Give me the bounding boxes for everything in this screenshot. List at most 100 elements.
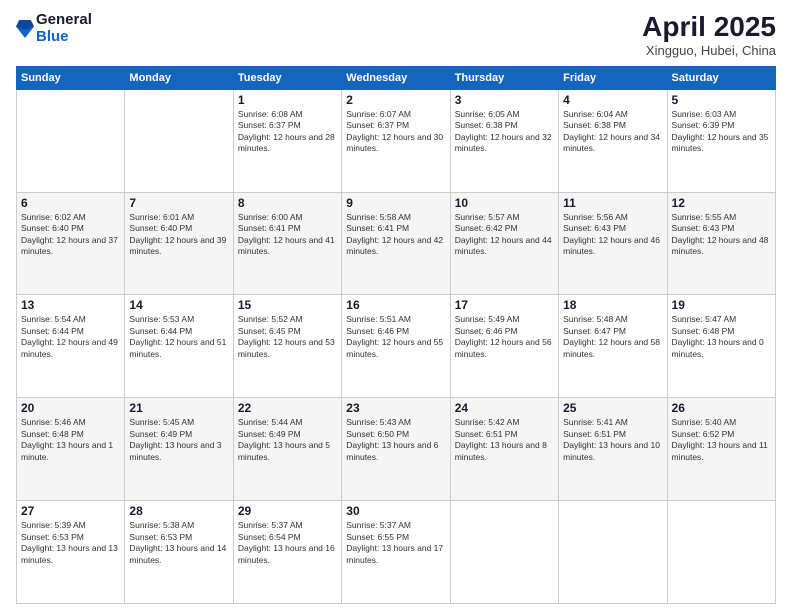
cell-info: Sunrise: 5:46 AM Sunset: 6:48 PM Dayligh… — [21, 417, 120, 463]
page: General Blue April 2025 Xingguo, Hubei, … — [0, 0, 792, 612]
cell-info: Sunrise: 5:41 AM Sunset: 6:51 PM Dayligh… — [563, 417, 662, 463]
title-area: April 2025 Xingguo, Hubei, China — [642, 12, 776, 58]
calendar-cell: 10 Sunrise: 5:57 AM Sunset: 6:42 PM Dayli… — [450, 192, 558, 295]
calendar-cell: 26 Sunrise: 5:40 AM Sunset: 6:52 PM Dayli… — [667, 398, 775, 501]
calendar-header-row: SundayMondayTuesdayWednesdayThursdayFrid… — [17, 66, 776, 89]
day-number: 27 — [21, 504, 120, 518]
day-number: 15 — [238, 298, 337, 312]
logo-text: General Blue — [36, 12, 92, 45]
cell-info: Sunrise: 6:04 AM Sunset: 6:38 PM Dayligh… — [563, 109, 662, 155]
day-number: 2 — [346, 93, 445, 107]
calendar-cell — [450, 501, 558, 604]
calendar-cell: 24 Sunrise: 5:42 AM Sunset: 6:51 PM Dayli… — [450, 398, 558, 501]
header: General Blue April 2025 Xingguo, Hubei, … — [16, 12, 776, 58]
cell-info: Sunrise: 5:55 AM Sunset: 6:43 PM Dayligh… — [672, 212, 771, 258]
logo-icon — [16, 18, 34, 40]
day-number: 25 — [563, 401, 662, 415]
calendar-cell: 11 Sunrise: 5:56 AM Sunset: 6:43 PM Dayli… — [559, 192, 667, 295]
cell-info: Sunrise: 5:56 AM Sunset: 6:43 PM Dayligh… — [563, 212, 662, 258]
day-number: 18 — [563, 298, 662, 312]
day-number: 6 — [21, 196, 120, 210]
logo: General Blue — [16, 12, 92, 45]
cell-info: Sunrise: 5:39 AM Sunset: 6:53 PM Dayligh… — [21, 520, 120, 566]
col-header-thursday: Thursday — [450, 66, 558, 89]
day-number: 24 — [455, 401, 554, 415]
cell-info: Sunrise: 6:01 AM Sunset: 6:40 PM Dayligh… — [129, 212, 228, 258]
col-header-wednesday: Wednesday — [342, 66, 450, 89]
calendar-cell: 23Sunrise: 5:43 AM Sunset: 6:50 PM Dayli… — [342, 398, 450, 501]
day-number: 12 — [672, 196, 771, 210]
cell-info: Sunrise: 5:38 AM Sunset: 6:53 PM Dayligh… — [129, 520, 228, 566]
day-number: 7 — [129, 196, 228, 210]
day-number: 10 — [455, 196, 554, 210]
day-number: 9 — [346, 196, 445, 210]
day-number: 21 — [129, 401, 228, 415]
cell-info: Sunrise: 5:45 AM Sunset: 6:49 PM Dayligh… — [129, 417, 228, 463]
day-number: 14 — [129, 298, 228, 312]
col-header-saturday: Saturday — [667, 66, 775, 89]
calendar-cell: 14 Sunrise: 5:53 AM Sunset: 6:44 PM Dayli… — [125, 295, 233, 398]
calendar-cell: 12 Sunrise: 5:55 AM Sunset: 6:43 PM Dayli… — [667, 192, 775, 295]
calendar-cell: 5 Sunrise: 6:03 AM Sunset: 6:39 PM Daylig… — [667, 89, 775, 192]
calendar-cell: 16 Sunrise: 5:51 AM Sunset: 6:46 PM Dayli… — [342, 295, 450, 398]
calendar-week-4: 27 Sunrise: 5:39 AM Sunset: 6:53 PM Dayli… — [17, 501, 776, 604]
cell-info: Sunrise: 5:42 AM Sunset: 6:51 PM Dayligh… — [455, 417, 554, 463]
calendar-cell: 28Sunrise: 5:38 AM Sunset: 6:53 PM Dayli… — [125, 501, 233, 604]
cell-info: Sunrise: 5:58 AM Sunset: 6:41 PM Dayligh… — [346, 212, 445, 258]
calendar-cell: 3Sunrise: 6:05 AM Sunset: 6:38 PM Daylig… — [450, 89, 558, 192]
day-number: 17 — [455, 298, 554, 312]
calendar-cell: 7 Sunrise: 6:01 AM Sunset: 6:40 PM Daylig… — [125, 192, 233, 295]
cell-info: Sunrise: 5:57 AM Sunset: 6:42 PM Dayligh… — [455, 212, 554, 258]
calendar-cell: 17Sunrise: 5:49 AM Sunset: 6:46 PM Dayli… — [450, 295, 558, 398]
day-number: 4 — [563, 93, 662, 107]
cell-info: Sunrise: 5:54 AM Sunset: 6:44 PM Dayligh… — [21, 314, 120, 360]
logo-general: General — [36, 12, 92, 29]
cell-info: Sunrise: 5:40 AM Sunset: 6:52 PM Dayligh… — [672, 417, 771, 463]
day-number: 1 — [238, 93, 337, 107]
cell-info: Sunrise: 6:00 AM Sunset: 6:41 PM Dayligh… — [238, 212, 337, 258]
calendar-cell: 30 Sunrise: 5:37 AM Sunset: 6:55 PM Dayli… — [342, 501, 450, 604]
calendar-cell: 18 Sunrise: 5:48 AM Sunset: 6:47 PM Dayli… — [559, 295, 667, 398]
calendar-cell: 2 Sunrise: 6:07 AM Sunset: 6:37 PM Daylig… — [342, 89, 450, 192]
calendar-cell: 22 Sunrise: 5:44 AM Sunset: 6:49 PM Dayli… — [233, 398, 341, 501]
cell-info: Sunrise: 5:51 AM Sunset: 6:46 PM Dayligh… — [346, 314, 445, 360]
day-number: 8 — [238, 196, 337, 210]
cell-info: Sunrise: 5:47 AM Sunset: 6:48 PM Dayligh… — [672, 314, 771, 360]
calendar-cell: 8 Sunrise: 6:00 AM Sunset: 6:41 PM Daylig… — [233, 192, 341, 295]
calendar-cell: 13Sunrise: 5:54 AM Sunset: 6:44 PM Dayli… — [17, 295, 125, 398]
cell-info: Sunrise: 5:37 AM Sunset: 6:55 PM Dayligh… — [346, 520, 445, 566]
day-number: 11 — [563, 196, 662, 210]
col-header-sunday: Sunday — [17, 66, 125, 89]
calendar-cell: 27 Sunrise: 5:39 AM Sunset: 6:53 PM Dayli… — [17, 501, 125, 604]
cell-info: Sunrise: 5:52 AM Sunset: 6:45 PM Dayligh… — [238, 314, 337, 360]
calendar-cell: 4 Sunrise: 6:04 AM Sunset: 6:38 PM Daylig… — [559, 89, 667, 192]
location: Xingguo, Hubei, China — [642, 43, 776, 58]
day-number: 26 — [672, 401, 771, 415]
calendar-cell: 19 Sunrise: 5:47 AM Sunset: 6:48 PM Dayli… — [667, 295, 775, 398]
cell-info: Sunrise: 5:48 AM Sunset: 6:47 PM Dayligh… — [563, 314, 662, 360]
cell-info: Sunrise: 6:05 AM Sunset: 6:38 PM Dayligh… — [455, 109, 554, 155]
cell-info: Sunrise: 6:03 AM Sunset: 6:39 PM Dayligh… — [672, 109, 771, 155]
col-header-friday: Friday — [559, 66, 667, 89]
calendar-cell: 1Sunrise: 6:08 AM Sunset: 6:37 PM Daylig… — [233, 89, 341, 192]
cell-info: Sunrise: 6:07 AM Sunset: 6:37 PM Dayligh… — [346, 109, 445, 155]
calendar-cell: 25 Sunrise: 5:41 AM Sunset: 6:51 PM Dayli… — [559, 398, 667, 501]
day-number: 22 — [238, 401, 337, 415]
calendar-cell — [559, 501, 667, 604]
calendar-cell: 21 Sunrise: 5:45 AM Sunset: 6:49 PM Dayli… — [125, 398, 233, 501]
day-number: 30 — [346, 504, 445, 518]
calendar-cell: 6Sunrise: 6:02 AM Sunset: 6:40 PM Daylig… — [17, 192, 125, 295]
col-header-tuesday: Tuesday — [233, 66, 341, 89]
day-number: 19 — [672, 298, 771, 312]
cell-info: Sunrise: 5:53 AM Sunset: 6:44 PM Dayligh… — [129, 314, 228, 360]
logo-blue: Blue — [36, 29, 92, 46]
calendar-week-2: 13Sunrise: 5:54 AM Sunset: 6:44 PM Dayli… — [17, 295, 776, 398]
day-number: 5 — [672, 93, 771, 107]
day-number: 16 — [346, 298, 445, 312]
calendar-cell: 20Sunrise: 5:46 AM Sunset: 6:48 PM Dayli… — [17, 398, 125, 501]
month-title: April 2025 — [642, 12, 776, 43]
day-number: 23 — [346, 401, 445, 415]
cell-info: Sunrise: 5:37 AM Sunset: 6:54 PM Dayligh… — [238, 520, 337, 566]
cell-info: Sunrise: 5:44 AM Sunset: 6:49 PM Dayligh… — [238, 417, 337, 463]
calendar-cell — [17, 89, 125, 192]
